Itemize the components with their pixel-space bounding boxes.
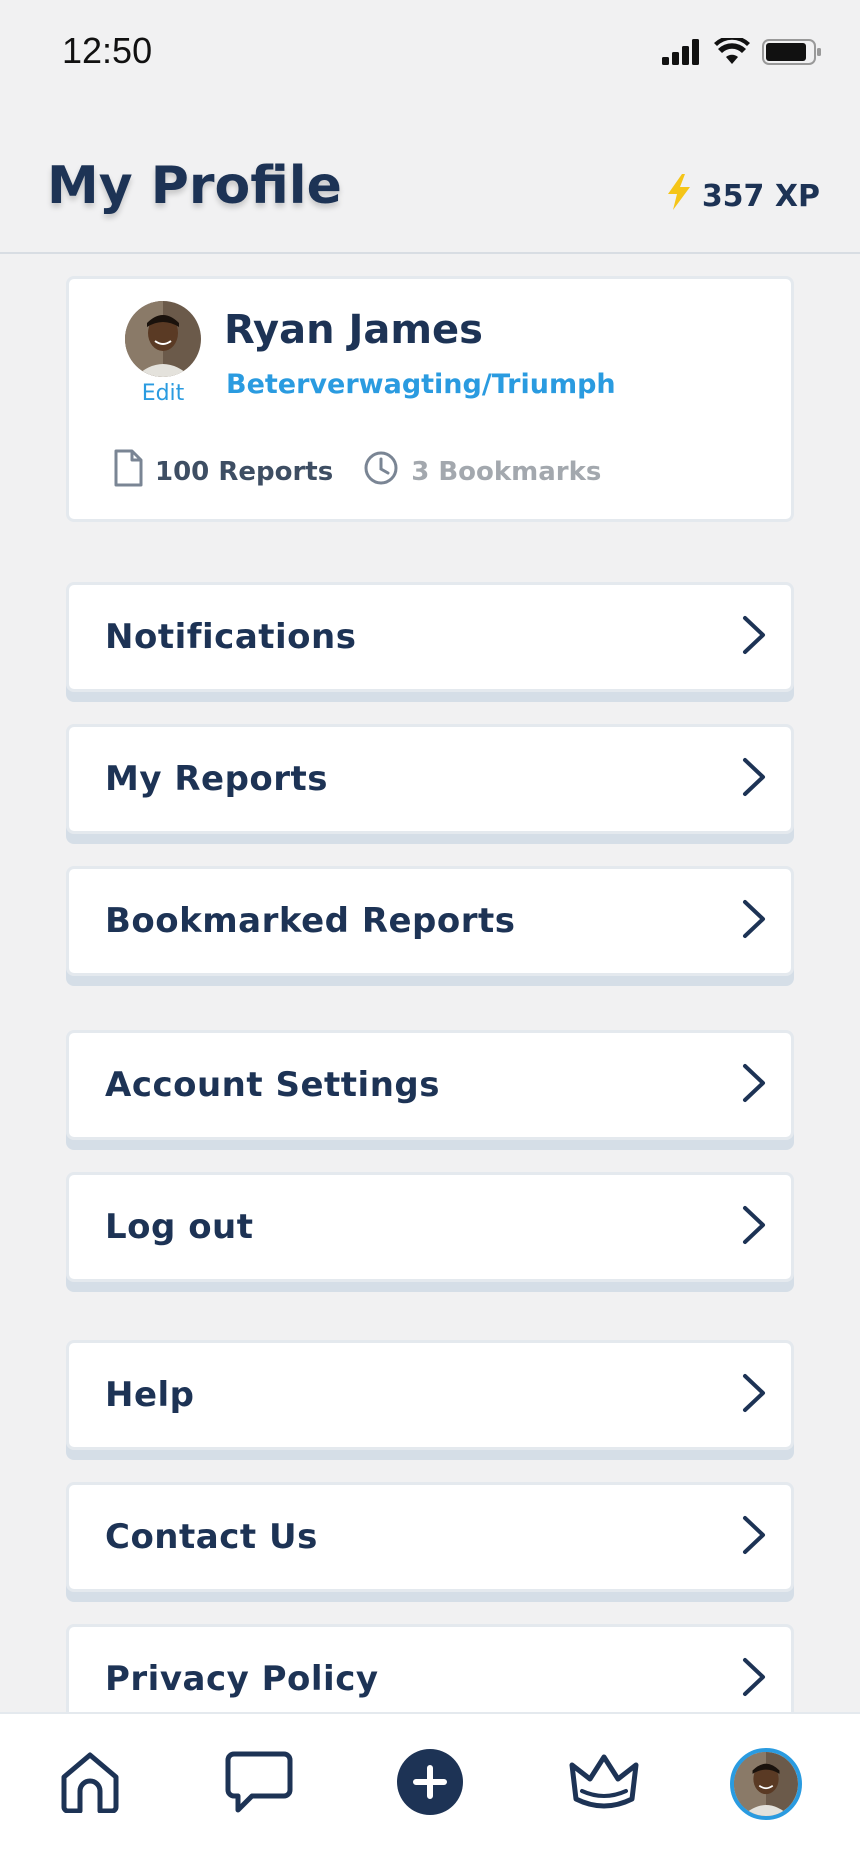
menu-item-label: Help	[105, 1375, 195, 1415]
menu-item-label: Privacy Policy	[105, 1659, 379, 1699]
menu-item-label: Notifications	[105, 617, 357, 657]
xp-display: 357 XP	[664, 174, 820, 218]
add-icon	[396, 1748, 464, 1820]
profile-stats: 100 Reports 3 Bookmarks	[113, 449, 601, 494]
status-icons	[662, 35, 822, 70]
menu-item-bookmarked-reports[interactable]: Bookmarked Reports	[66, 866, 794, 976]
chevron-right-icon	[739, 1514, 769, 1560]
reports-stat: 100 Reports	[113, 449, 333, 494]
chevron-right-icon	[739, 898, 769, 944]
menu-item-contact-us[interactable]: Contact Us	[66, 1482, 794, 1592]
xp-value: 357 XP	[701, 178, 820, 214]
tab-profile[interactable]	[726, 1744, 806, 1824]
status-time: 12:50	[62, 30, 153, 71]
profile-avatar	[730, 1748, 802, 1820]
menu-item-label: My Reports	[105, 759, 329, 799]
home-icon	[58, 1751, 122, 1817]
tab-bar	[0, 1712, 860, 1866]
profile-name: Ryan James	[224, 307, 483, 353]
chevron-right-icon	[739, 1204, 769, 1250]
edit-link[interactable]: Edit	[125, 381, 201, 406]
profile-card: Edit Ryan James Beterverwagting/Triumph …	[66, 276, 794, 522]
tab-home[interactable]	[50, 1744, 130, 1824]
menu-item-notifications[interactable]: Notifications	[66, 582, 794, 692]
page-title: My Profile	[47, 156, 342, 216]
crown-icon	[568, 1753, 640, 1815]
signal-icon	[662, 39, 702, 69]
menu-item-label: Contact Us	[105, 1517, 318, 1557]
document-icon	[113, 449, 143, 494]
chevron-right-icon	[739, 1372, 769, 1418]
chevron-right-icon	[739, 1656, 769, 1702]
tab-chat[interactable]	[219, 1744, 299, 1824]
menu-item-my-reports[interactable]: My Reports	[66, 724, 794, 834]
bookmarks-stat: 3 Bookmarks	[363, 450, 601, 493]
menu-item-log-out[interactable]: Log out	[66, 1172, 794, 1282]
battery-icon	[762, 38, 822, 70]
menu-item-label: Log out	[105, 1207, 254, 1247]
bookmarks-count: 3 Bookmarks	[411, 456, 602, 487]
chevron-right-icon	[739, 614, 769, 660]
menu-item-label: Bookmarked Reports	[105, 901, 516, 941]
clock-icon	[363, 450, 399, 493]
wifi-icon	[714, 35, 750, 70]
status-bar: 12:50	[0, 0, 860, 104]
profile-location: Beterverwagting/Triumph	[226, 369, 616, 400]
header: My Profile 357 XP	[0, 104, 860, 254]
menu-item-help[interactable]: Help	[66, 1340, 794, 1450]
chat-icon	[224, 1750, 294, 1818]
lightning-icon	[664, 174, 694, 218]
reports-count: 100 Reports	[155, 456, 334, 487]
menu-item-account-settings[interactable]: Account Settings	[66, 1030, 794, 1140]
chevron-right-icon	[739, 1062, 769, 1108]
avatar[interactable]	[125, 301, 201, 377]
avatar-wrap: Edit	[125, 301, 201, 406]
chevron-right-icon	[739, 756, 769, 802]
tab-leaderboard[interactable]	[564, 1744, 644, 1824]
menu-item-label: Account Settings	[105, 1065, 440, 1105]
tab-add[interactable]	[390, 1744, 470, 1824]
